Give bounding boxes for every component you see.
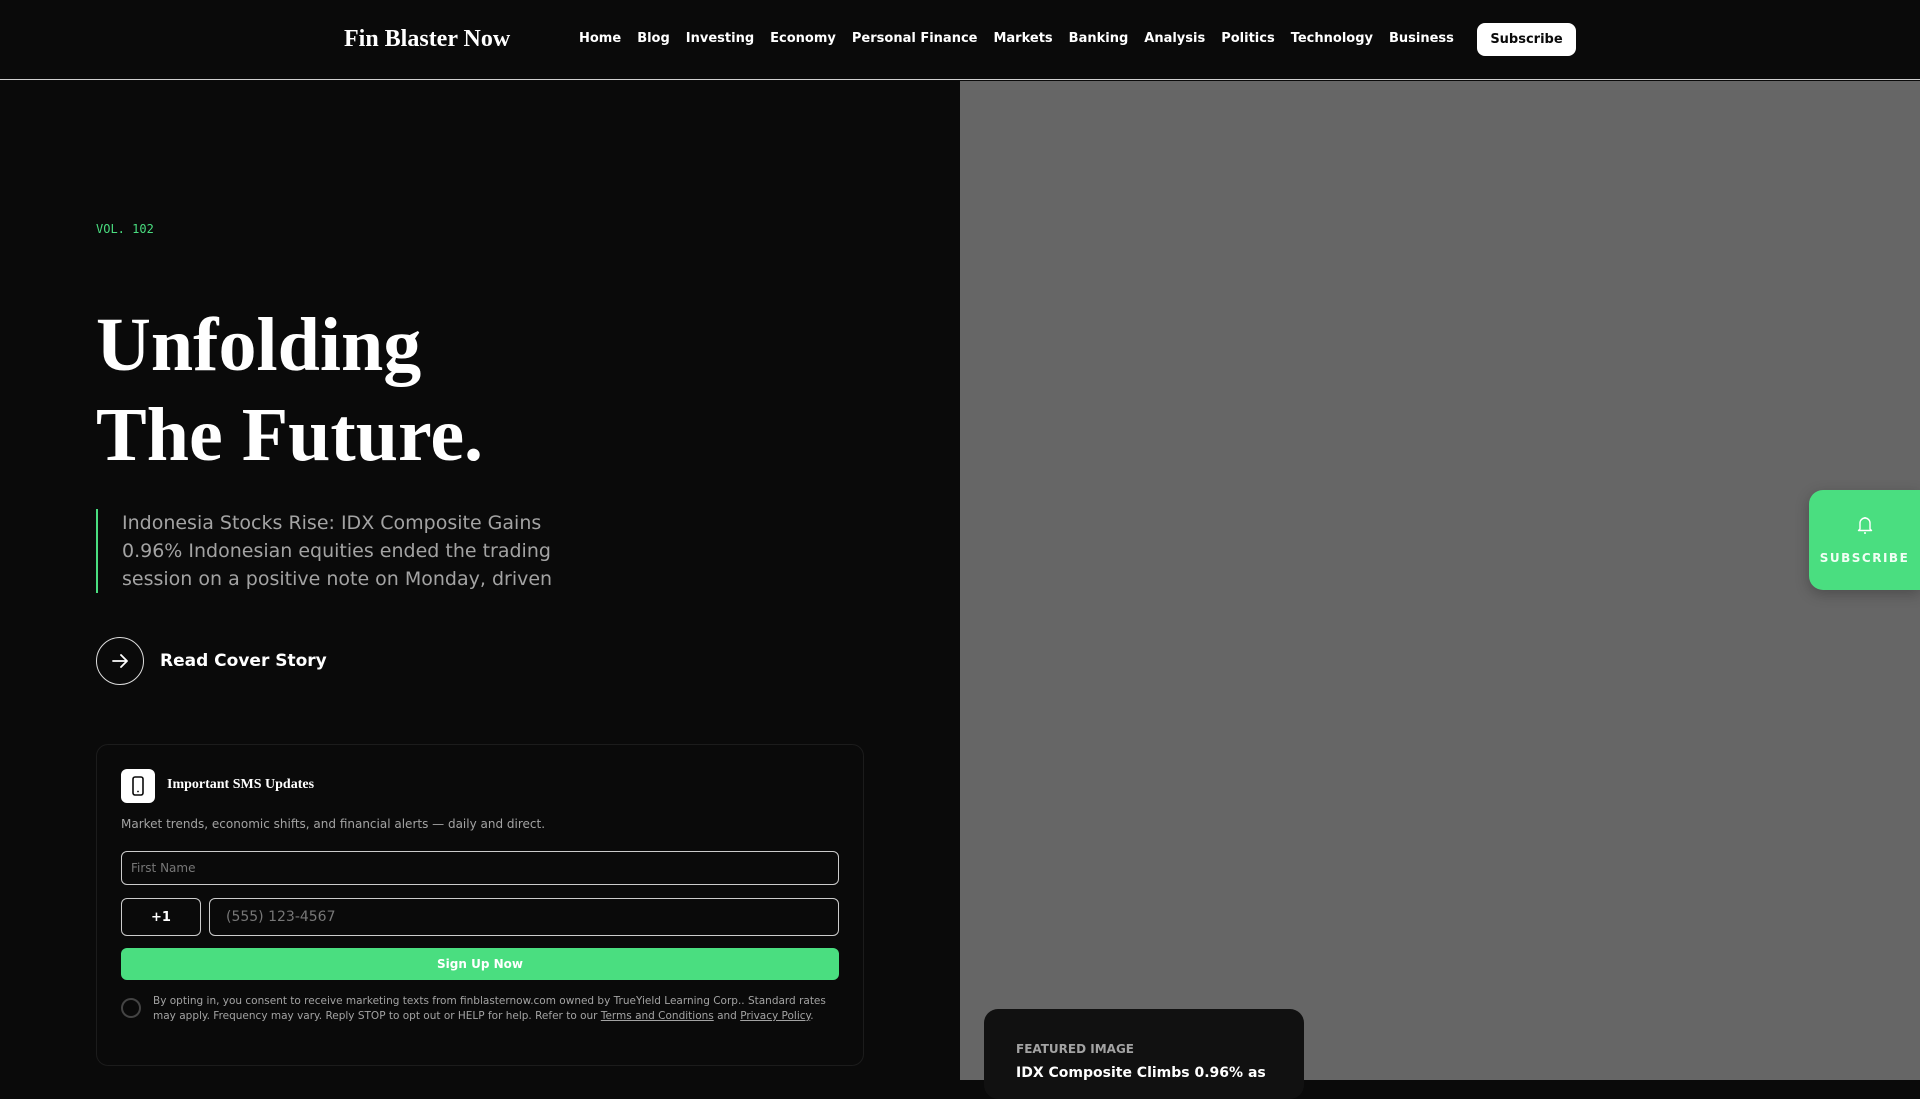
sms-description: Market trends, economic shifts, and fina… [121,817,546,831]
nav-business[interactable]: Business [1389,31,1454,46]
hero-title-line2: The Future. [96,393,484,477]
nav-blog[interactable]: Blog [637,31,670,46]
terms-link[interactable]: Terms and Conditions [601,1010,714,1022]
featured-image-card[interactable]: FEATURED IMAGE IDX Composite Climbs 0.96… [984,1009,1304,1099]
arrow-right-icon [96,637,144,685]
consent-and: and [713,1010,741,1022]
volume-label: VOL. 102 [96,222,154,236]
floating-subscribe-label: SUBSCRIBE [1819,551,1910,565]
country-code-select[interactable]: +1 [121,898,201,936]
nav-politics[interactable]: Politics [1221,31,1275,46]
consent-checkbox[interactable] [121,998,141,1018]
read-cover-story-link[interactable]: Read Cover Story [96,637,327,685]
read-cover-story-label: Read Cover Story [160,651,327,671]
hero-excerpt: Indonesia Stocks Rise: IDX Composite Gai… [96,509,566,593]
nav-economy[interactable]: Economy [770,31,836,46]
featured-title: IDX Composite Climbs 0.96% as [1016,1065,1266,1081]
hero-title-line1: Unfolding [96,303,422,387]
nav-banking[interactable]: Banking [1069,31,1129,46]
hero-image-placeholder [960,81,1920,1080]
nav-analysis[interactable]: Analysis [1144,31,1205,46]
nav-investing[interactable]: Investing [686,31,754,46]
smartphone-icon [121,769,155,803]
sms-title: Important SMS Updates [167,777,315,792]
nav-markets[interactable]: Markets [993,31,1052,46]
consent-period: . [810,1010,814,1022]
nav-home[interactable]: Home [579,31,621,46]
nav-technology[interactable]: Technology [1291,31,1373,46]
nav-personal-finance[interactable]: Personal Finance [852,31,978,46]
sms-signup-card: Important SMS Updates Market trends, eco… [96,744,864,1066]
site-header: Fin Blaster Now Home Blog Investing Econ… [0,0,1920,80]
main-nav: Home Blog Investing Economy Personal Fin… [579,31,1454,46]
sign-up-button[interactable]: Sign Up Now [121,948,839,980]
site-logo[interactable]: Fin Blaster Now [344,26,510,53]
subscribe-button[interactable]: Subscribe [1477,23,1576,56]
privacy-link[interactable]: Privacy Policy [740,1010,810,1022]
bell-icon [1856,515,1874,539]
phone-input[interactable]: (555) 123-4567 [209,898,839,936]
consent-text: By opting in, you consent to receive mar… [153,994,843,1024]
floating-subscribe-button[interactable]: SUBSCRIBE [1809,490,1920,590]
hero-title: Unfolding The Future. [96,300,483,480]
first-name-input[interactable]: First Name [121,851,839,885]
featured-label: FEATURED IMAGE [1016,1042,1134,1056]
